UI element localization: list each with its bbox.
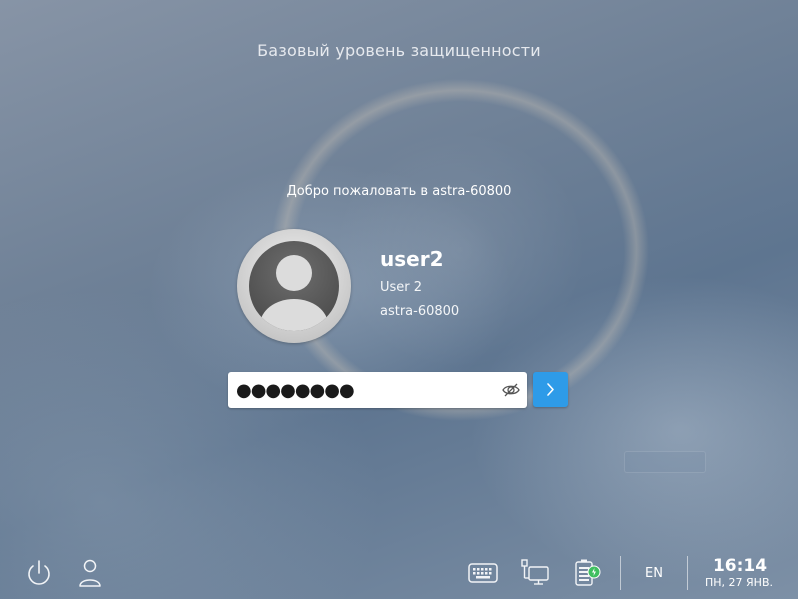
password-field[interactable]: [228, 372, 527, 408]
tray-divider: [687, 556, 688, 590]
user-full-name: User 2: [380, 280, 423, 295]
welcome-message: Добро пожаловать в astra-60800: [286, 184, 512, 199]
power-icon: [25, 560, 53, 592]
clock-date: ПН, 27 ЯНВ.: [705, 576, 773, 589]
network-button[interactable]: [519, 558, 551, 592]
power-button[interactable]: [25, 558, 53, 592]
tray-divider: [620, 556, 621, 590]
password-input[interactable]: [236, 372, 491, 408]
battery-button[interactable]: [573, 558, 603, 592]
user-avatar-icon: [249, 241, 339, 331]
eye-slash-icon[interactable]: [501, 380, 521, 400]
clock-time: 16:14: [712, 556, 768, 576]
security-level-label: Базовый уровень защищенности: [257, 41, 541, 60]
background-watermark: [624, 451, 706, 473]
login-screen: Базовый уровень защищенности Добро пожал…: [0, 0, 798, 599]
user-icon: [77, 559, 103, 592]
keyboard-layout-indicator[interactable]: EN: [645, 566, 663, 581]
chevron-right-icon: [533, 383, 568, 411]
user-host: astra-60800: [380, 304, 460, 319]
keyboard-icon: [468, 563, 498, 588]
login-submit-button[interactable]: [533, 372, 568, 407]
user-login: user2: [380, 247, 444, 271]
switch-user-button[interactable]: [77, 558, 103, 592]
keyboard-button[interactable]: [468, 562, 498, 588]
avatar: [237, 229, 351, 343]
battery-charging-icon: [573, 559, 603, 592]
network-icon: [519, 559, 551, 592]
